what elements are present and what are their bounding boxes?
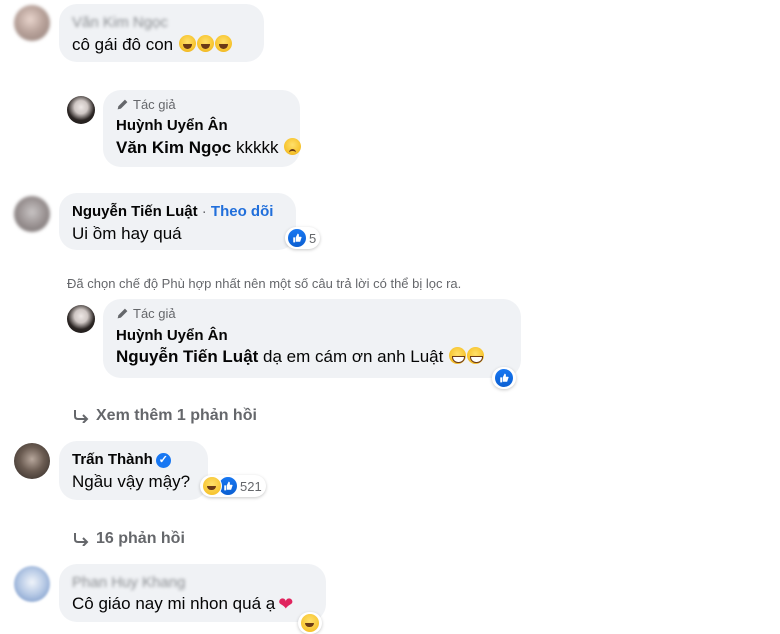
comment-text: Cô giáo nay mi nhon quá ạ ❤	[72, 594, 293, 615]
comment-text-content: cô gái đô con	[72, 35, 174, 54]
separator-dot: ·	[201, 203, 207, 220]
comment-text: cô gái đô con	[72, 35, 232, 55]
avatar[interactable]	[14, 196, 50, 232]
comment-text: Văn Kim Ngọc kkkkk	[116, 138, 302, 158]
grinning-emoji-icon	[449, 347, 467, 364]
verified-badge-icon: ✓	[155, 452, 171, 468]
filter-note: Đã chọn chế độ Phù hợp nhất nên một số c…	[67, 276, 462, 291]
reply-arrow-icon	[74, 410, 89, 423]
reaction-summary[interactable]	[298, 612, 322, 634]
comment-text: Nguyễn Tiến Luật dạ em cám ơn anh Luật	[116, 347, 485, 367]
comment-text-content: Cô giáo nay mi nhon quá ạ	[72, 594, 276, 613]
pencil-icon	[117, 308, 128, 319]
view-replies[interactable]: 16 phản hồi	[72, 530, 185, 548]
reaction-summary[interactable]	[492, 367, 516, 389]
reaction-summary[interactable]: 5	[285, 227, 321, 249]
haha-icon	[300, 613, 320, 633]
author-tag-label: Tác giả	[133, 97, 176, 112]
avatar[interactable]	[67, 96, 95, 124]
comment-text-content: kkkkk	[235, 138, 279, 157]
reaction-summary[interactable]: 521	[200, 475, 266, 497]
avatar[interactable]	[14, 443, 50, 479]
author-tag-label: Tác giả	[133, 306, 176, 321]
commenter-name-text[interactable]: Trấn Thành	[72, 451, 153, 468]
mention-link[interactable]: Văn Kim Ngọc	[116, 138, 231, 157]
replies-count-label: 16 phản hồi	[96, 530, 185, 547]
commenter-name[interactable]: Huỳnh Uyển Ân	[116, 117, 228, 134]
commenter-name[interactable]: Huỳnh Uyển Ân	[116, 327, 228, 344]
laughing-emoji-icon	[214, 35, 232, 52]
pencil-icon	[117, 99, 128, 110]
reaction-count: 521	[240, 478, 262, 494]
laughing-emoji-icon	[196, 35, 214, 52]
author-badge: Tác giả	[116, 97, 176, 112]
comment-text: Ui ồm hay quá	[72, 224, 182, 243]
view-more-replies[interactable]: Xem thêm 1 phản hồi	[72, 407, 257, 425]
haha-icon	[202, 476, 222, 496]
comment-text: Ngầu vậy mậy?	[72, 472, 191, 491]
grinning-emoji-icon	[467, 347, 485, 364]
avatar[interactable]	[14, 566, 50, 602]
like-icon	[494, 368, 514, 388]
like-icon	[287, 228, 307, 248]
avatar[interactable]	[67, 305, 95, 333]
reply-arrow-icon	[74, 533, 89, 546]
follow-button[interactable]: Theo dõi	[211, 203, 274, 220]
commenter-name: Trấn Thành ✓	[72, 451, 171, 468]
commenter-name: Nguyễn Tiến Luật · Theo dõi	[72, 203, 273, 220]
commenter-name[interactable]: Văn Kim Ngọc	[72, 14, 168, 31]
reaction-count: 5	[309, 230, 317, 246]
author-badge: Tác giả	[116, 306, 176, 321]
commenter-name[interactable]: Phan Huy Khang	[72, 574, 185, 591]
comment-text-content: dạ em cám ơn anh Luật	[263, 347, 444, 366]
laughing-emoji-icon	[178, 35, 196, 52]
avatar[interactable]	[14, 5, 50, 41]
crying-emoji-icon	[284, 138, 302, 155]
mention-link[interactable]: Nguyễn Tiến Luật	[116, 347, 258, 366]
commenter-name-text[interactable]: Nguyễn Tiến Luật	[72, 203, 198, 220]
view-more-replies-label: Xem thêm 1 phản hồi	[96, 407, 257, 424]
heart-icon: ❤	[278, 594, 294, 614]
